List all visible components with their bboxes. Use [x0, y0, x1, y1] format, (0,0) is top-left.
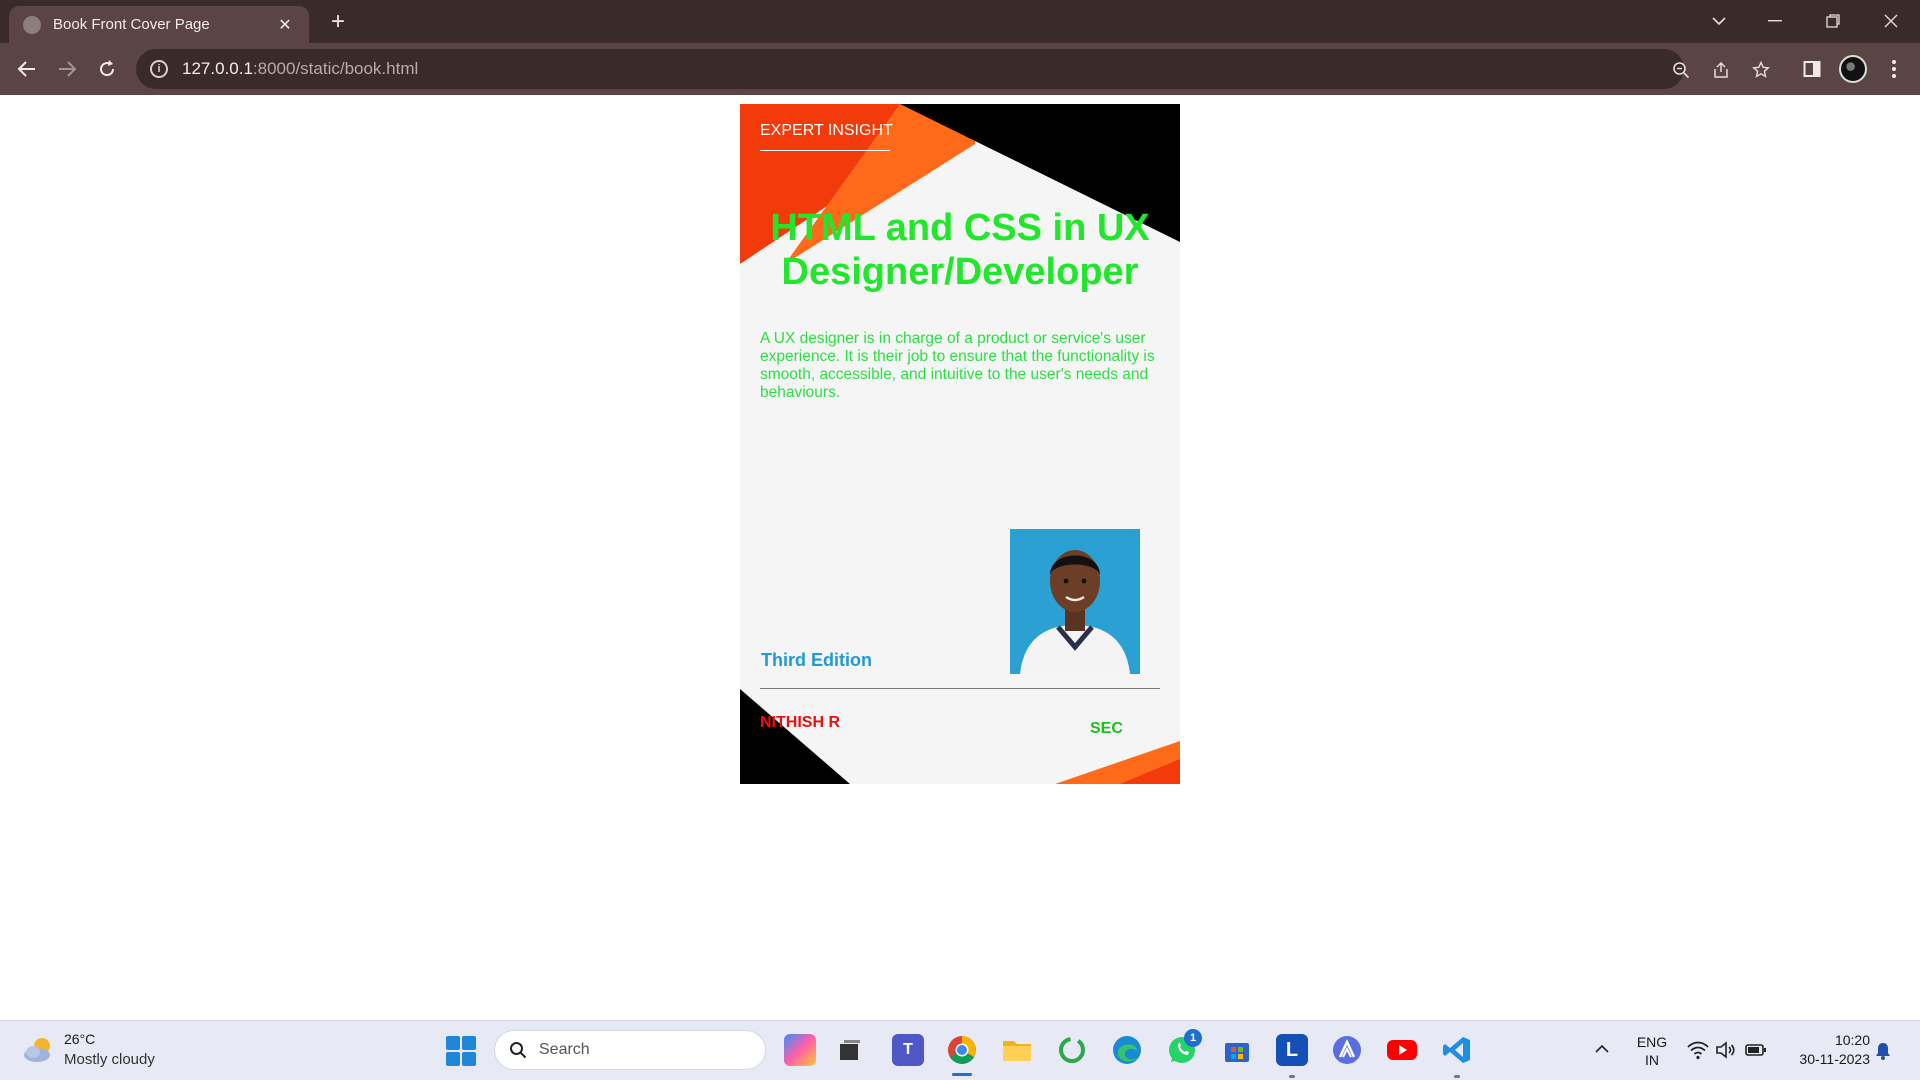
browser-tab[interactable]: Book Front Cover Page ✕ [9, 6, 309, 43]
clock-time: 10:20 [1834, 1032, 1870, 1048]
url-host: 127.0.0.1 [182, 59, 253, 78]
cover-divider [760, 688, 1160, 689]
windows-logo-tile [462, 1036, 476, 1050]
edition-label: Third Edition [761, 650, 872, 670]
youtube-icon[interactable] [1386, 1034, 1418, 1066]
chrome-icon[interactable] [946, 1034, 978, 1066]
vscode-icon[interactable] [1441, 1034, 1473, 1066]
side-panel-icon[interactable] [1798, 55, 1826, 83]
teams-icon[interactable]: T [892, 1034, 924, 1066]
system-clock[interactable]: 10:20 30-11-2023 [1780, 1031, 1870, 1069]
minimize-button[interactable] [1752, 4, 1798, 38]
l-app-icon[interactable]: L [1276, 1034, 1308, 1066]
address-bar[interactable]: i 127.0.0.1:8000/static/book.html [136, 49, 1770, 89]
clock-date: 30-11-2023 [1799, 1051, 1870, 1067]
region-code: IN [1645, 1052, 1659, 1068]
back-button[interactable] [11, 53, 43, 85]
refresh-app-icon[interactable] [1056, 1034, 1088, 1066]
search-icon [510, 1042, 527, 1059]
publisher-name: SEC [1090, 720, 1123, 737]
windows-logo-tile [446, 1052, 460, 1066]
file-explorer-icon[interactable] [1001, 1034, 1033, 1066]
author-photo [1010, 529, 1140, 674]
language-indicator[interactable]: ENG IN [1632, 1033, 1672, 1069]
taskbar-search[interactable]: Search [494, 1030, 766, 1070]
browser-tab-bar: Book Front Cover Page ✕ + [0, 0, 1920, 43]
battery-icon[interactable] [1744, 1038, 1768, 1062]
task-view-icon[interactable] [834, 1034, 866, 1066]
copilot-preview-icon[interactable] [784, 1034, 816, 1066]
arc-app-icon[interactable] [1331, 1034, 1363, 1066]
share-icon[interactable] [1708, 57, 1734, 83]
close-icon[interactable]: ✕ [275, 15, 295, 35]
vscode-running-indicator [1454, 1075, 1460, 1078]
microsoft-store-icon[interactable] [1221, 1034, 1253, 1066]
black-bottom-shape [740, 689, 850, 784]
taskbar: 26°C Mostly cloudy Search T 1 L ENG IN 1… [0, 1020, 1920, 1080]
reload-button[interactable] [91, 53, 123, 85]
url-path: :8000/static/book.html [252, 59, 419, 78]
zoom-icon[interactable] [1668, 57, 1694, 83]
globe-icon [23, 15, 41, 34]
language-code: ENG [1636, 1034, 1668, 1050]
search-placeholder: Search [539, 1041, 590, 1058]
tray-chevron-up-icon[interactable] [1592, 1039, 1612, 1059]
close-window-button[interactable] [1868, 4, 1914, 38]
weather-description[interactable]: Mostly cloudy [64, 1051, 155, 1068]
l-app-running-indicator [1289, 1075, 1295, 1078]
menu-kebab-icon[interactable] [1880, 55, 1908, 83]
notification-bell-icon[interactable] [1873, 1041, 1893, 1061]
profile-avatar[interactable] [1839, 55, 1867, 83]
restore-button[interactable] [1810, 4, 1856, 38]
speaker-icon[interactable] [1714, 1038, 1738, 1062]
weather-cloud-sun-icon[interactable] [22, 1035, 56, 1065]
forward-button[interactable] [51, 53, 83, 85]
whatsapp-badge: 1 [1184, 1029, 1202, 1047]
start-button[interactable] [446, 1036, 476, 1066]
browser-toolbar: i 127.0.0.1:8000/static/book.html [0, 43, 1920, 95]
author-name: NITHISH R [760, 714, 840, 731]
series-underline [760, 150, 890, 151]
new-tab-button[interactable]: + [324, 8, 352, 36]
windows-logo-tile [462, 1052, 476, 1066]
tab-title: Book Front Cover Page [53, 16, 210, 33]
info-icon[interactable]: i [150, 60, 168, 78]
book-title: HTML and CSS in UX Designer/Developer [770, 207, 1150, 293]
weather-temperature[interactable]: 26°C [64, 1031, 95, 1047]
tab-search-chevron-icon[interactable] [1696, 4, 1742, 38]
windows-logo-tile [446, 1036, 460, 1050]
book-cover: EXPERT INSIGHT HTML and CSS in UX Design… [740, 104, 1180, 784]
bookmark-star-icon[interactable] [1748, 57, 1774, 83]
edge-icon[interactable] [1111, 1034, 1143, 1066]
series-label: EXPERT INSIGHT [760, 122, 893, 139]
book-description: A UX designer is in charge of a product … [760, 330, 1155, 401]
chrome-active-indicator [952, 1073, 972, 1076]
wifi-icon[interactable] [1686, 1038, 1710, 1062]
